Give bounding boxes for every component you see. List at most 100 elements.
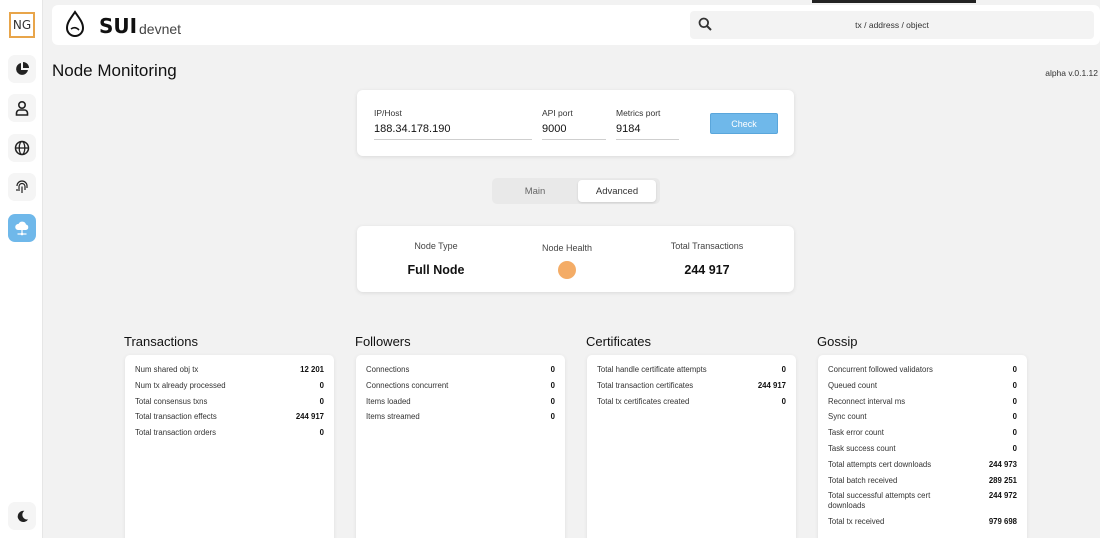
api-port-field[interactable]: 9000	[542, 123, 606, 140]
metric-label: Queued count	[828, 380, 877, 390]
metric-value: 0	[319, 396, 324, 406]
metric-row: Total tx received 979 698	[828, 517, 1017, 527]
search-input[interactable]: tx / address / object	[690, 11, 1094, 39]
metric-row: Total transaction effects 244 917	[135, 412, 324, 422]
metric-value: 0	[1012, 380, 1017, 390]
metric-row: Concurrent followed validators 0	[828, 365, 1017, 375]
transactions-panel: Num shared obj tx 12 201 Num tx already pr…	[125, 355, 334, 538]
window-edge-bar	[812, 0, 976, 3]
metric-label: Concurrent followed validators	[828, 365, 933, 374]
sui-drop-logo-icon[interactable]	[64, 10, 86, 40]
sidebar-item-network[interactable]	[8, 134, 36, 162]
metric-label: Total transaction orders	[135, 428, 217, 438]
metric-row: Sync count 0	[828, 412, 1017, 422]
metric-value: 244 917	[295, 412, 324, 422]
total-transactions-value: 244 917	[684, 263, 730, 277]
metric-label: Num tx already processed	[135, 380, 226, 390]
metric-label: Connections concurrent	[366, 380, 449, 390]
section-title-followers: Followers	[355, 334, 411, 349]
followers-panel: Connections 0 Connections concurrent 0 Items…	[356, 355, 565, 538]
metric-label: Total tx received	[828, 517, 885, 527]
metric-label: Reconnect interval ms	[828, 396, 906, 406]
network-label: devnet	[139, 21, 182, 37]
metric-value: 0	[319, 428, 324, 438]
node-type-label: Node Type	[414, 241, 458, 251]
node-summary-card: Node Type Full Node Node Health Total Tr…	[357, 226, 794, 292]
metric-row: Reconnect interval ms 0	[828, 397, 1017, 407]
metric-value: 0	[550, 365, 555, 374]
moon-icon	[17, 510, 28, 522]
metric-value: 0	[1012, 412, 1017, 422]
pie-chart-icon	[16, 62, 29, 75]
node-health-indicator	[558, 261, 576, 279]
page-title: Node Monitoring	[52, 61, 177, 80]
metric-row: Queued count 0	[828, 381, 1017, 391]
metric-row: Num tx already processed 0	[135, 381, 324, 391]
node-health-label: Node Health	[541, 243, 593, 253]
tab-advanced[interactable]: Advanced	[578, 180, 656, 202]
metric-row: Num shared obj tx 12 201	[135, 365, 324, 375]
sidebar-item-node-monitoring[interactable]	[8, 214, 36, 242]
host-field[interactable]: 188.34.178.190	[374, 123, 532, 140]
section-title-transactions: Transactions	[124, 334, 198, 349]
view-tabs: Main Advanced	[492, 178, 660, 204]
metric-value: 979 698	[988, 517, 1017, 527]
metric-value: 0	[781, 396, 786, 406]
metric-value: 0	[550, 396, 555, 406]
metric-value: 0	[550, 380, 555, 390]
metric-label: Task error count	[828, 428, 884, 438]
sidebar-item-identity[interactable]	[8, 173, 36, 201]
metric-row: Connections 0	[366, 365, 555, 375]
fingerprint-icon	[16, 180, 28, 193]
search-placeholder: tx / address / object	[855, 20, 929, 30]
cloud-network-icon	[15, 221, 29, 236]
metric-value: 0	[781, 365, 786, 374]
user-icon	[15, 100, 29, 116]
tab-main[interactable]: Main	[494, 180, 576, 202]
metric-label: Total transaction certificates	[597, 380, 694, 390]
metric-label: Total transaction effects	[135, 412, 217, 422]
metric-value: 244 972	[988, 491, 1017, 501]
metric-label: Items loaded	[366, 396, 411, 406]
metric-row: Total tx certificates created 0	[597, 397, 786, 407]
metric-row: Items streamed 0	[366, 412, 555, 422]
logo-text: NG	[12, 18, 32, 32]
sidebar-item-account[interactable]	[8, 94, 36, 122]
check-button[interactable]: Check	[710, 113, 778, 134]
metric-row: Task success count 0	[828, 444, 1017, 454]
metric-label: Total successful attempts cert downloads	[828, 491, 931, 511]
metric-label: Total batch received	[828, 475, 898, 485]
version-label: alpha v.0.1.12	[1045, 68, 1098, 78]
metric-value: 12 201	[300, 365, 324, 374]
metric-value: 244 917	[757, 380, 786, 390]
metric-row: Items loaded 0	[366, 397, 555, 407]
app-logo[interactable]: NG	[9, 12, 35, 38]
node-type-value: Full Node	[407, 263, 465, 277]
metric-label: Sync count	[828, 412, 867, 422]
total-transactions-label: Total Transactions	[670, 241, 744, 251]
brand-name[interactable]: SUI	[99, 14, 137, 38]
metric-row: Total consensus txns 0	[135, 397, 324, 407]
metric-row: Task error count 0	[828, 428, 1017, 438]
metrics-port-label: Metrics port	[616, 108, 661, 118]
metric-value: 0	[1012, 428, 1017, 438]
metric-row: Total batch received 289 251	[828, 476, 1017, 486]
sidebar-item-dashboard[interactable]	[8, 55, 36, 83]
gossip-panel: Concurrent followed validators 0 Queued co…	[818, 355, 1027, 538]
metric-value: 0	[1012, 443, 1017, 453]
metric-row: Total transaction orders 0	[135, 428, 324, 438]
metric-label: Total handle certificate attempts	[597, 365, 707, 374]
metric-label: Num shared obj tx	[135, 365, 199, 374]
globe-icon	[14, 140, 30, 156]
metric-label: Total consensus txns	[135, 396, 208, 406]
theme-toggle-button[interactable]	[8, 502, 36, 530]
metrics-port-field[interactable]: 9184	[616, 123, 679, 140]
metric-row: Total attempts cert downloads 244 973	[828, 460, 1017, 470]
metric-value: 0	[1012, 396, 1017, 406]
metric-label: Task success count	[828, 443, 896, 453]
metric-label: Total tx certificates created	[597, 396, 690, 406]
api-port-label: API port	[542, 108, 573, 118]
metric-value: 244 973	[988, 459, 1017, 469]
node-form-card: IP/Host 188.34.178.190 API port 9000 Met…	[357, 90, 794, 156]
host-label: IP/Host	[374, 108, 402, 118]
